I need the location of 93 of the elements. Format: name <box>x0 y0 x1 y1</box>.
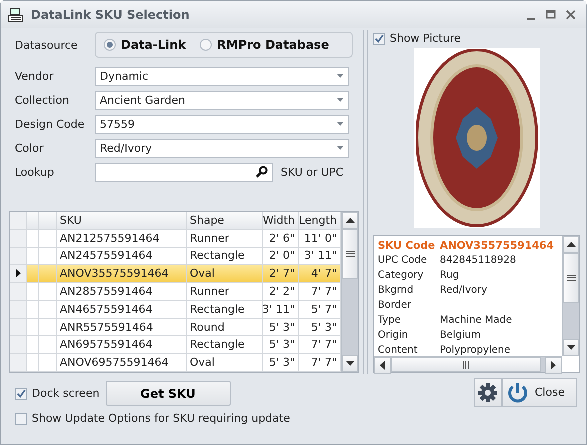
table-cell: AN69575591464 <box>57 336 187 354</box>
field-label: Color <box>14 142 45 154</box>
column-header[interactable]: Shape <box>187 212 263 229</box>
table-cell: Oval <box>187 265 263 282</box>
table-cell: Oval <box>187 354 263 372</box>
table-cell: 2' 6" <box>263 230 299 247</box>
down-arrow-icon <box>566 345 576 350</box>
close-button[interactable]: Close <box>502 378 577 407</box>
field-label: Vendor <box>14 70 55 82</box>
detail-label: Category <box>378 270 425 281</box>
update-options-checkbox[interactable]: Show Update Options for SKU requiring update <box>15 412 290 425</box>
grip-icon <box>566 275 576 281</box>
detail-value: Red/Ivory <box>440 285 488 296</box>
row-header[interactable] <box>10 265 27 282</box>
radio-button[interactable]: Data-Link <box>104 38 186 52</box>
table-cell: AN28575591464 <box>57 283 187 300</box>
detail-value: 842845118928 <box>440 255 516 266</box>
down-arrow-icon <box>346 361 354 366</box>
table-cell: 2' 2" <box>263 283 299 300</box>
detail-label: Origin <box>378 330 410 341</box>
caret-icon <box>337 146 344 150</box>
power-icon <box>507 382 529 404</box>
table-cell: 5' 3" <box>263 354 299 372</box>
table-cell: 4' 7" <box>299 265 341 282</box>
table-cell: Runner <box>187 230 263 247</box>
detail-label: UPC Code <box>378 255 428 266</box>
check-icon <box>374 33 384 44</box>
search-field[interactable] <box>95 162 273 182</box>
table-cell: ANR5575591464 <box>57 318 187 336</box>
field-label: Lookup <box>14 166 56 178</box>
field-label: Design Code <box>14 118 86 130</box>
left-arrow-icon <box>380 361 385 370</box>
scrollbar[interactable] <box>374 356 562 372</box>
dropdown[interactable]: Ancient Garden <box>95 90 349 110</box>
caret-icon <box>337 98 344 102</box>
detail-label: Type <box>378 315 402 326</box>
dropdown[interactable]: 57559 <box>95 114 349 134</box>
close-icon[interactable] <box>566 10 576 20</box>
dock-screen-checkbox[interactable]: Dock screen <box>15 387 100 400</box>
radio-button[interactable]: RMPro Database <box>200 38 330 52</box>
table-cell: 5' 3" <box>263 318 299 336</box>
scrollbar[interactable] <box>341 212 358 372</box>
detail-value: ANOV35575591464 <box>440 240 554 252</box>
scrollbar[interactable] <box>562 236 579 356</box>
dropdown-value: Red/Ivory <box>100 142 152 154</box>
table-cell: Rectangle <box>187 300 263 318</box>
right-arrow-icon <box>551 361 556 370</box>
field-label: Datasource <box>14 38 79 52</box>
grip-icon <box>346 251 354 257</box>
check-icon <box>16 388 26 399</box>
table-cell: 3' 11" <box>263 300 299 318</box>
table-cell: AN212575591464 <box>57 230 187 247</box>
detail-label: Bkgrnd <box>378 285 415 296</box>
table-cell: ANOV69575591464 <box>57 354 187 372</box>
dropdown-value: Ancient Garden <box>100 94 186 106</box>
detail-label: Border <box>378 300 413 311</box>
dropdown[interactable]: Red/Ivory <box>95 138 349 158</box>
maximize-icon[interactable] <box>546 10 556 20</box>
settings-button[interactable] <box>474 378 502 407</box>
detail-value: Belgium <box>440 330 481 341</box>
table-cell: Runner <box>187 283 263 300</box>
table-cell: 5' 3" <box>263 336 299 354</box>
detail-label: SKU Code <box>378 240 436 252</box>
table-cell: Rectangle <box>187 336 263 354</box>
table-cell: ANOV35575591464 <box>57 265 187 282</box>
caret-icon <box>337 122 344 126</box>
search-icon <box>256 166 268 178</box>
column-header[interactable]: SKU <box>57 212 187 229</box>
caret-icon <box>337 74 344 78</box>
detail-label: Content <box>378 345 419 356</box>
table-cell: AN24575591464 <box>57 248 187 264</box>
hint-text: SKU or UPC <box>281 166 344 178</box>
settings-icon <box>478 382 498 402</box>
field-label: Collection <box>14 94 70 106</box>
up-arrow-icon <box>346 218 354 223</box>
show-picture-checkbox[interactable]: Show Picture <box>373 32 580 45</box>
detail-value: Polypropylene <box>440 345 511 356</box>
table-cell: Round <box>187 318 263 336</box>
window-title: DataLink SKU Selection <box>31 8 191 22</box>
dropdown[interactable]: Dynamic <box>95 66 349 86</box>
row-pointer-icon <box>16 269 20 278</box>
dropdown-value: 57559 <box>100 118 135 130</box>
detail-value: Rug <box>440 270 460 281</box>
detail-value: Machine Made <box>440 315 512 326</box>
up-arrow-icon <box>566 242 576 247</box>
table-cell: AN46575591464 <box>57 300 187 318</box>
table-cell: 2' 7" <box>263 265 299 282</box>
grip-icon <box>463 360 469 368</box>
table-cell: 2' 0" <box>263 248 299 264</box>
column-header[interactable]: Width <box>263 212 299 229</box>
table-cell: Rectangle <box>187 248 263 264</box>
get-sku-button[interactable]: Get SKU <box>106 381 231 406</box>
dropdown-value: Dynamic <box>100 70 149 82</box>
